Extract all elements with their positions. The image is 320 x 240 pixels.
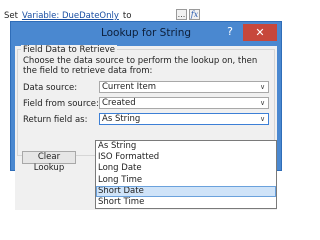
field-from-source-value: Created	[102, 98, 136, 108]
return-field-as-select[interactable]: As String ∨	[99, 113, 269, 125]
data-source-select[interactable]: Current Item ∨	[99, 81, 269, 93]
chevron-down-icon: ∨	[259, 99, 266, 107]
option-long-time[interactable]: Long Time	[96, 175, 276, 186]
return-field-as-value: As String	[102, 114, 141, 124]
variable-link[interactable]: Variable: DueDateOnly	[22, 11, 119, 21]
option-short-time[interactable]: Short Time	[96, 197, 276, 208]
option-long-date[interactable]: Long Date	[96, 163, 276, 174]
chevron-down-icon: ∨	[259, 115, 266, 123]
option-short-date[interactable]: Short Date	[96, 185, 276, 197]
description-text: Choose the data source to perform the lo…	[23, 56, 258, 76]
group-title: Field Data to Retrieve	[21, 45, 117, 55]
clear-lookup-button[interactable]: Clear Lookup	[22, 151, 76, 173]
option-as-string[interactable]: As String	[96, 141, 276, 152]
field-from-source-select[interactable]: Created ∨	[99, 97, 269, 109]
fx-button[interactable]: fx	[189, 9, 200, 20]
return-field-as-label: Return field as:	[23, 115, 88, 125]
data-source-value: Current Item	[102, 82, 156, 92]
data-source-label: Data source:	[23, 83, 78, 93]
help-button[interactable]: ?	[223, 25, 237, 39]
option-iso-formatted[interactable]: ISO Formatted	[96, 152, 276, 163]
set-text: Set	[4, 11, 18, 21]
ellipsis-button[interactable]: ...	[176, 9, 187, 20]
close-button[interactable]: ✕	[243, 24, 277, 41]
chevron-down-icon: ∨	[259, 83, 266, 91]
field-from-source-label: Field from source:	[23, 99, 99, 109]
dialog-titlebar[interactable]: Lookup for String ? ✕	[11, 22, 281, 44]
dialog-title: Lookup for String	[100, 27, 192, 39]
return-field-as-dropdown: As String ISO Formatted Long Date Long T…	[95, 140, 277, 209]
to-text: to	[122, 11, 132, 21]
